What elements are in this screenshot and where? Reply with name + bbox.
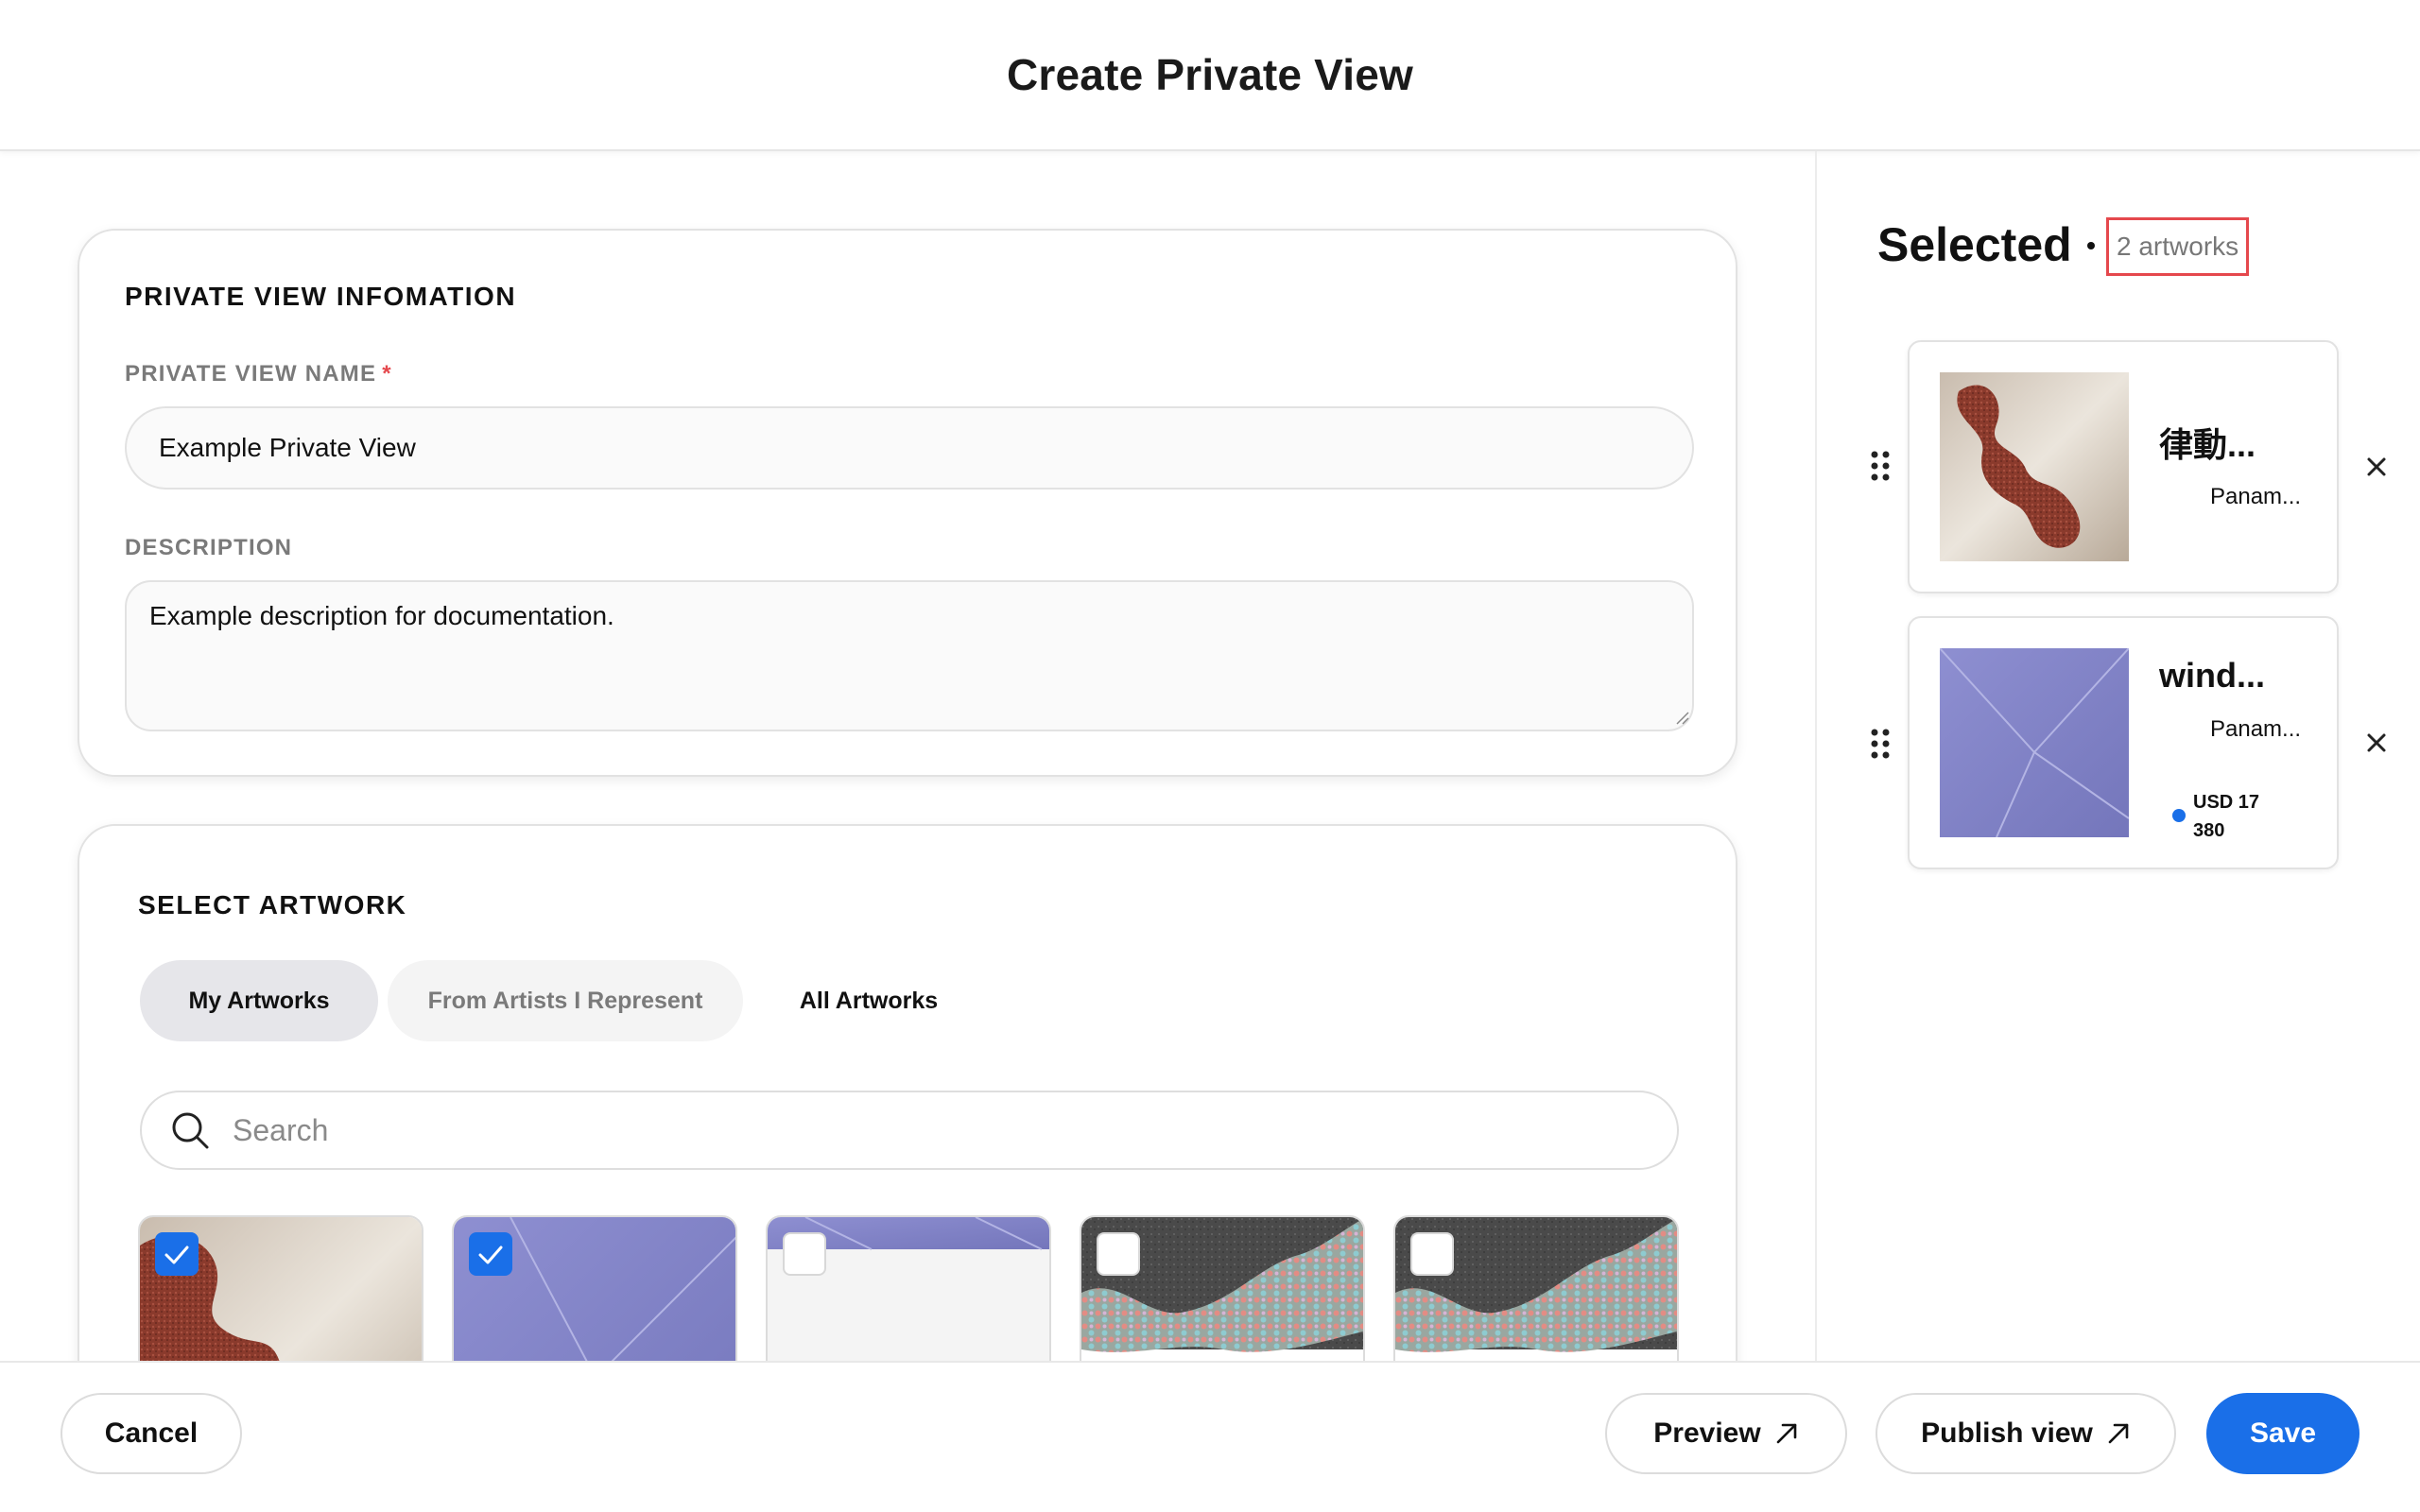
selected-artwork-artist: Panam... — [2210, 484, 2302, 509]
description-label: DESCRIPTION — [125, 535, 293, 560]
selected-artwork-name: wind... — [2159, 656, 2265, 695]
price-line-1: USD 17 — [2193, 792, 2260, 813]
price-status-dot — [2172, 809, 2186, 822]
selected-artwork-item[interactable]: 律動... Panam... — [1908, 340, 2339, 593]
purple-fabric-image — [1940, 648, 2129, 837]
resize-grip-icon[interactable] — [1673, 709, 1690, 726]
description-textarea[interactable]: Example description for documentation. — [125, 580, 1694, 731]
selected-artwork-image — [1940, 372, 2129, 561]
page-title: Create Private View — [1007, 50, 1413, 99]
cancel-label: Cancel — [104, 1418, 199, 1449]
external-arrow-icon — [2108, 1423, 2129, 1444]
selected-artwork-item[interactable]: wind... Panam... USD 17 380 — [1908, 616, 2339, 869]
drag-handle-icon[interactable] — [1870, 728, 1891, 760]
name-label-text: PRIVATE VIEW NAME — [125, 361, 377, 387]
artwork-checkbox[interactable] — [783, 1232, 826, 1276]
red-sculpture-image — [1940, 372, 2129, 561]
private-view-info-card: PRIVATE VIEW INFOMATION PRIVATE VIEW NAM… — [78, 229, 1737, 777]
artwork-checkbox[interactable] — [1410, 1232, 1454, 1276]
page-header: Create Private View — [0, 0, 2420, 151]
search-input[interactable] — [233, 1112, 1556, 1148]
close-icon[interactable] — [2361, 452, 2392, 482]
info-section-title: PRIVATE VIEW INFOMATION — [125, 282, 517, 311]
private-view-name-input[interactable] — [125, 406, 1694, 490]
selected-artwork-image — [1940, 648, 2129, 837]
external-arrow-icon — [1776, 1423, 1797, 1444]
tab-my-artworks[interactable]: My Artworks — [140, 960, 378, 1041]
selected-artwork-name: 律動... — [2159, 425, 2256, 464]
close-icon[interactable] — [2361, 728, 2392, 758]
search-bar — [140, 1091, 1679, 1170]
drag-handle-icon[interactable] — [1870, 450, 1891, 482]
save-button[interactable]: Save — [2206, 1393, 2360, 1474]
publish-label: Publish view — [1921, 1418, 2093, 1449]
search-icon — [172, 1112, 209, 1149]
separator-dot — [2087, 242, 2095, 249]
artwork-checkbox[interactable] — [1097, 1232, 1140, 1276]
selected-count: 2 artworks — [2106, 217, 2250, 276]
cancel-button[interactable]: Cancel — [60, 1393, 242, 1474]
save-label: Save — [2249, 1418, 2317, 1449]
artwork-section-title: SELECT ARTWORK — [138, 890, 407, 919]
artwork-checkbox[interactable] — [469, 1232, 512, 1276]
price-line-2: 380 — [2193, 820, 2225, 841]
selected-artwork-artist: Panam... — [2210, 716, 2302, 742]
check-icon — [164, 1246, 189, 1264]
tab-from-artists-i-represent[interactable]: From Artists I Represent — [388, 960, 743, 1041]
tab-all-artworks[interactable]: All Artworks — [769, 960, 968, 1041]
check-icon — [478, 1246, 503, 1264]
required-mark: * — [382, 361, 392, 387]
selected-artwork-price: USD 17 380 — [2193, 788, 2259, 845]
preview-button[interactable]: Preview — [1605, 1393, 1847, 1474]
publish-view-button[interactable]: Publish view — [1876, 1393, 2176, 1474]
preview-label: Preview — [1653, 1418, 1761, 1449]
name-label: PRIVATE VIEW NAME * — [125, 361, 392, 387]
selected-title: Selected — [1877, 218, 2072, 271]
artwork-checkbox[interactable] — [155, 1232, 199, 1276]
